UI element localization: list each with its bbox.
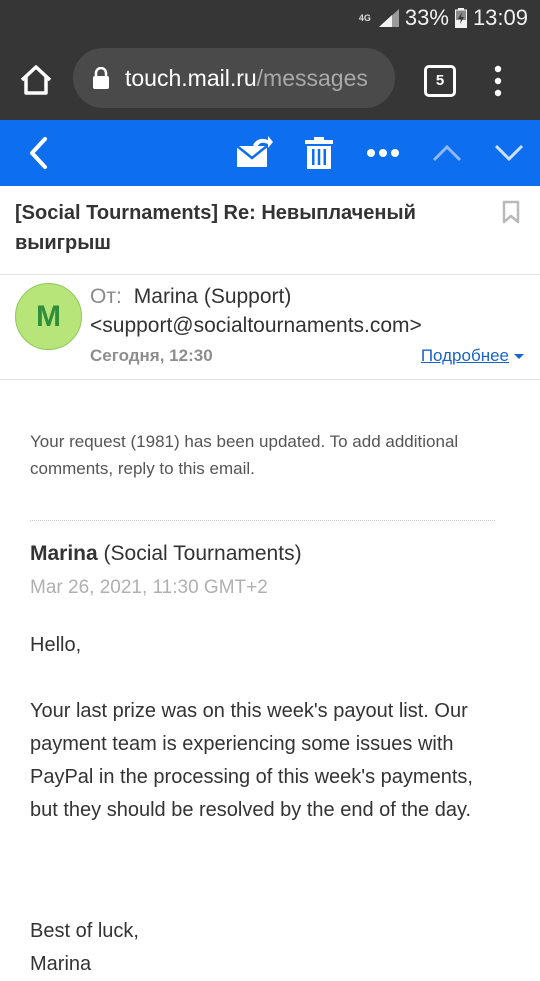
trash-icon (305, 137, 333, 169)
caret-down-icon (514, 353, 524, 359)
details-link[interactable]: Подробнее (421, 346, 524, 366)
home-icon[interactable] (16, 60, 56, 100)
mail-toolbar (0, 120, 540, 186)
email-subject: [Social Tournaments] Re: Невыплаченый вы… (15, 202, 416, 254)
lock-icon (93, 67, 109, 89)
avatar[interactable]: M (15, 283, 82, 350)
status-icons: 4G 33% 13:09 (359, 5, 528, 31)
network-type: 4G (358, 12, 371, 23)
sender-address: <support@socialtournaments.com> (90, 314, 422, 337)
signoff: Best of luck, (30, 920, 139, 942)
tabs-icon[interactable]: 5 (424, 65, 456, 97)
greeting: Hello, (30, 634, 82, 656)
back-button[interactable] (18, 120, 58, 186)
message-author: Marina (Social Tournaments) (30, 542, 302, 566)
divider (0, 379, 540, 380)
more-vert-icon[interactable] (488, 64, 508, 98)
prev-message-icon (432, 144, 462, 162)
divider (0, 274, 540, 275)
move-to-folder-icon (236, 136, 273, 167)
next-message-icon (494, 144, 524, 162)
author-name: Marina (30, 542, 98, 565)
signature: Marina (30, 953, 92, 975)
address-bar[interactable]: touch.mail.ru/messages (73, 48, 395, 108)
sender-info[interactable]: От: Marina (Support) <support@socialtourn… (90, 282, 530, 340)
dotted-separator (30, 520, 495, 521)
more-horiz-icon (367, 149, 399, 157)
battery-icon (454, 8, 467, 28)
battery-percent: 33% (404, 5, 449, 30)
signal-icon (378, 9, 399, 27)
more-button[interactable] (362, 120, 404, 186)
details-label: Подробнее (420, 346, 509, 365)
browser-toolbar: touch.mail.ru/messages 5 (0, 38, 540, 120)
from-label: От: (90, 285, 122, 308)
message-date: Mar 26, 2021, 11:30 GMT+2 (30, 577, 268, 598)
sender-name: Marina (Support) (133, 285, 292, 308)
update-notice: Your request (1981) has been updated. To… (30, 432, 459, 478)
url-domain: touch.mail.ru (125, 65, 257, 91)
message-paragraph: Your last prize was on this week's payou… (30, 700, 473, 821)
url-path: /messages (256, 65, 368, 91)
move-button[interactable] (232, 120, 276, 186)
prev-message-button[interactable] (430, 120, 464, 186)
bookmark-icon[interactable] (501, 200, 521, 224)
back-icon (30, 137, 47, 169)
clock: 13:09 (472, 5, 528, 30)
url-text: touch.mail.ru/messages (125, 65, 368, 92)
author-org: (Social Tournaments) (103, 542, 302, 565)
email-date: Сегодня, 12:30 (90, 346, 213, 365)
status-bar: 4G 33% 13:09 (0, 0, 540, 38)
delete-button[interactable] (300, 120, 338, 186)
next-message-button[interactable] (492, 120, 526, 186)
